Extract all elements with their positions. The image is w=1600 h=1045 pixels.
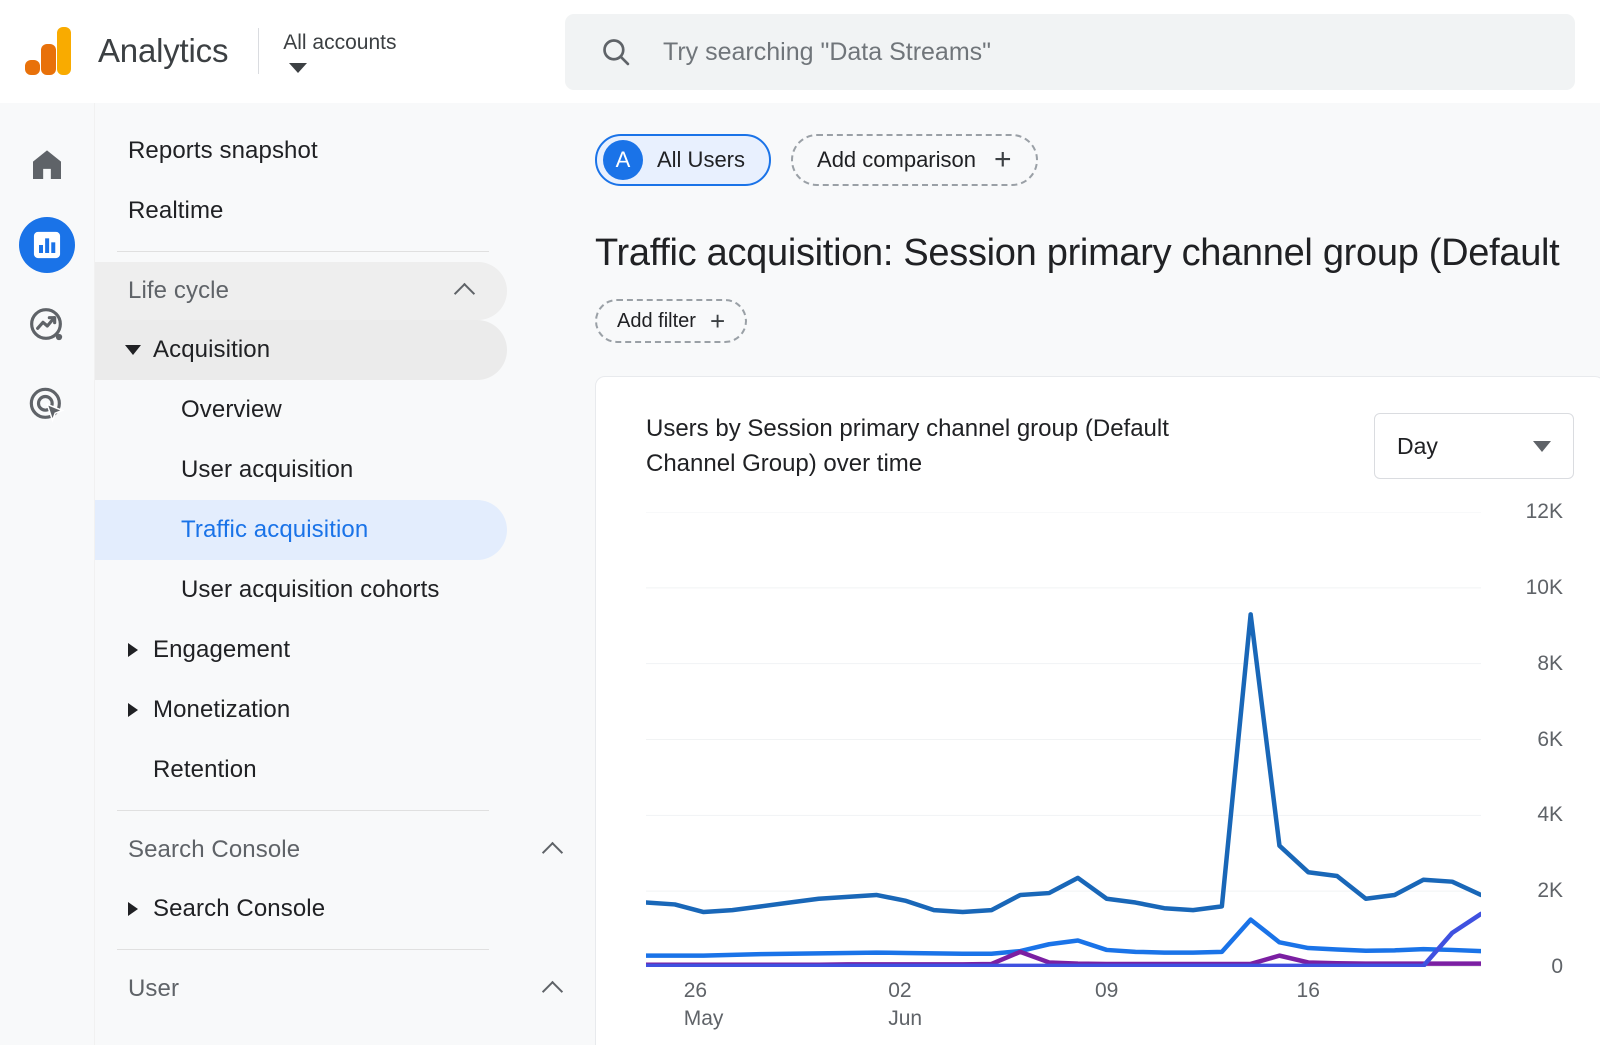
sidebar-item-label: Monetization — [153, 696, 290, 724]
granularity-value: Day — [1397, 433, 1438, 460]
sidebar-item-realtime[interactable]: Realtime — [95, 181, 595, 241]
main-content: A All Users Add comparison + Traffic acq… — [595, 103, 1600, 1045]
chart-series-line — [646, 920, 1481, 956]
granularity-select[interactable]: Day — [1374, 413, 1574, 479]
sidebar-section-label: Search Console — [128, 836, 300, 864]
rail-item-advertising[interactable] — [19, 377, 75, 433]
sidebar-item-label: Engagement — [153, 636, 290, 664]
chart-series-line — [646, 614, 1481, 912]
sidebar-divider — [117, 810, 489, 811]
advertising-cursor-icon — [27, 385, 67, 425]
sidebar-item-label: Realtime — [128, 197, 224, 225]
sidebar-section-search-console[interactable]: Search Console — [95, 821, 595, 879]
sidebar-item-label: Overview — [181, 396, 282, 424]
sidebar-item-label: User acquisition — [181, 456, 353, 484]
sidebar-item-user-acquisition[interactable]: User acquisition — [95, 440, 595, 500]
triangle-down-icon — [125, 345, 141, 355]
x-axis-tick-label: 09 — [1095, 977, 1118, 1005]
sidebar-item-label: User acquisition cohorts — [181, 576, 440, 604]
sidebar-item-label: Retention — [153, 756, 257, 784]
triangle-right-icon — [128, 643, 138, 657]
all-users-label: All Users — [657, 147, 745, 173]
add-filter-label: Add filter — [617, 310, 696, 333]
y-axis-tick-label: 10K — [1526, 576, 1563, 600]
sidebar-item-label: Traffic acquisition — [181, 516, 368, 544]
header-divider — [258, 28, 259, 74]
top-bar: Analytics All accounts Try searching "Da… — [0, 0, 1600, 103]
y-axis-tick-label: 4K — [1537, 803, 1563, 827]
add-comparison-button[interactable]: Add comparison + — [791, 134, 1038, 186]
sidebar-item-traffic-acquisition[interactable]: Traffic acquisition — [95, 500, 507, 560]
sidebar-section-life-cycle[interactable]: Life cycle — [95, 262, 507, 320]
chart-plot-area — [646, 512, 1481, 967]
rail-item-home[interactable] — [19, 137, 75, 193]
chevron-up-icon — [543, 978, 565, 1000]
home-icon — [27, 145, 67, 185]
all-users-pill[interactable]: A All Users — [595, 134, 771, 186]
triangle-right-icon — [128, 703, 138, 717]
chart-series-line — [646, 914, 1481, 966]
sidebar-section-label: Life cycle — [128, 277, 229, 305]
bar-chart-icon — [31, 229, 63, 261]
account-selector-label: All accounts — [283, 30, 396, 56]
icon-rail — [0, 103, 95, 1045]
caret-down-icon — [289, 63, 307, 73]
analytics-logo-icon — [25, 27, 71, 75]
line-chart — [646, 512, 1481, 967]
y-axis-tick-label: 8K — [1537, 652, 1563, 676]
sidebar-item-label: Reports snapshot — [128, 137, 318, 165]
sidebar-divider — [117, 251, 489, 252]
search-placeholder: Try searching "Data Streams" — [663, 38, 991, 67]
x-axis-tick-label: 16 — [1297, 977, 1320, 1005]
rail-item-explore[interactable] — [19, 297, 75, 353]
sidebar-item-label: Search Console — [153, 895, 325, 923]
add-comparison-label: Add comparison — [817, 147, 976, 173]
sidebar-nav: Reports snapshot Realtime Life cycle Acq… — [95, 103, 595, 1045]
x-axis-tick-label: 26May — [684, 977, 724, 1033]
plus-icon: + — [710, 308, 725, 334]
analytics-app-window: Analytics All accounts Try searching "Da… — [0, 0, 1600, 1045]
chart-y-axis: 02K4K6K8K10K12K — [1486, 512, 1581, 967]
sidebar-item-monetization[interactable]: Monetization — [95, 680, 595, 740]
brand-title: Analytics — [98, 32, 228, 70]
analytics-logo[interactable] — [0, 27, 96, 75]
chart-card-header: Users by Session primary channel group (… — [646, 411, 1600, 481]
plus-icon: + — [994, 145, 1012, 175]
chart-x-axis: 26May 02Jun 09 16 — [646, 977, 1481, 1045]
sidebar-divider — [117, 949, 489, 950]
sidebar-item-engagement[interactable]: Engagement — [95, 620, 595, 680]
y-axis-tick-label: 0 — [1551, 955, 1563, 979]
chart-card: Users by Session primary channel group (… — [595, 376, 1600, 1045]
sidebar-item-retention[interactable]: Retention — [95, 740, 595, 800]
page-title: Traffic acquisition: Session primary cha… — [595, 232, 1600, 275]
search-input[interactable]: Try searching "Data Streams" — [565, 14, 1575, 90]
sidebar-item-user-acquisition-cohorts[interactable]: User acquisition cohorts — [95, 560, 595, 620]
rail-item-reports[interactable] — [19, 217, 75, 273]
caret-down-icon — [1533, 441, 1551, 452]
account-selector[interactable]: All accounts — [283, 30, 396, 73]
sidebar-item-acquisition[interactable]: Acquisition — [95, 320, 507, 380]
sidebar-section-label: User — [128, 975, 179, 1003]
avatar: A — [603, 140, 643, 180]
sidebar-item-search-console[interactable]: Search Console — [95, 879, 595, 939]
comparison-row: A All Users Add comparison + — [595, 134, 1600, 186]
y-axis-tick-label: 12K — [1526, 500, 1563, 524]
y-axis-tick-label: 2K — [1537, 879, 1563, 903]
explore-trending-icon — [27, 305, 67, 345]
chevron-up-icon — [455, 280, 477, 302]
triangle-right-icon — [128, 902, 138, 916]
sidebar-item-overview[interactable]: Overview — [95, 380, 595, 440]
x-axis-tick-label: 02Jun — [888, 977, 922, 1033]
y-axis-tick-label: 6K — [1537, 728, 1563, 752]
sidebar-item-reports-snapshot[interactable]: Reports snapshot — [95, 121, 595, 181]
chart-title: Users by Session primary channel group (… — [646, 411, 1246, 481]
sidebar-item-label: Acquisition — [153, 336, 270, 364]
search-icon — [599, 35, 633, 69]
sidebar-section-user[interactable]: User — [95, 960, 595, 1018]
chevron-up-icon — [543, 839, 565, 861]
add-filter-button[interactable]: Add filter + — [595, 299, 747, 343]
